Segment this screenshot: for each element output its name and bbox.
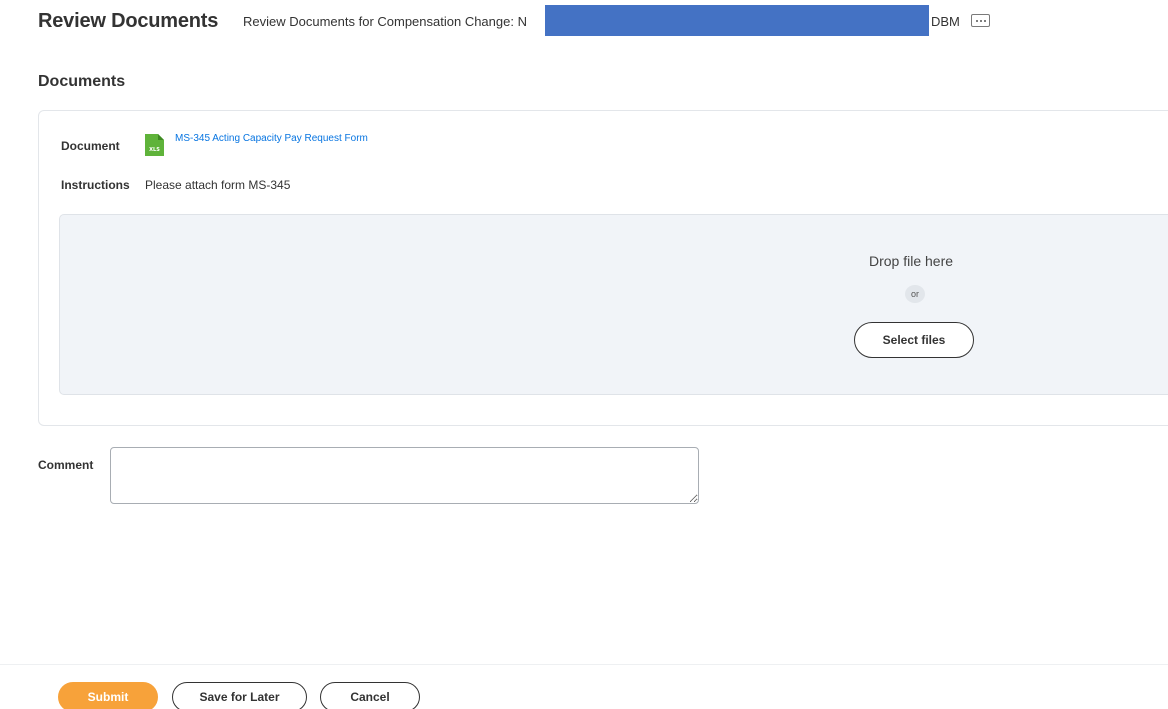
document-link[interactable]: MS-345 Acting Capacity Pay Request Form — [175, 133, 368, 144]
page-subtitle-suffix: DBM — [931, 14, 960, 29]
xls-file-icon: XLS — [145, 134, 164, 156]
page-subtitle: Review Documents for Compensation Change… — [243, 14, 527, 29]
submit-button[interactable]: Submit — [58, 682, 158, 709]
instructions-label: Instructions — [61, 178, 130, 192]
select-files-button[interactable]: Select files — [854, 322, 974, 358]
file-dropzone[interactable] — [59, 214, 1168, 395]
related-actions-button[interactable] — [971, 14, 990, 27]
page-header: Review Documents Review Documents for Co… — [0, 0, 1168, 44]
comment-label: Comment — [38, 458, 94, 472]
comment-textarea[interactable] — [110, 447, 699, 504]
cancel-button[interactable]: Cancel — [320, 682, 420, 709]
redaction-block — [545, 5, 929, 36]
document-label: Document — [61, 139, 120, 153]
section-title-documents: Documents — [38, 73, 126, 90]
drop-file-text: Drop file here — [869, 253, 954, 269]
page-title: Review Documents — [38, 10, 219, 32]
svg-text:XLS: XLS — [149, 147, 160, 153]
instructions-value: Please attach form MS-345 — [145, 178, 291, 192]
ellipsis-icon — [975, 19, 978, 22]
or-badge: or — [905, 285, 925, 303]
save-for-later-button[interactable]: Save for Later — [172, 682, 307, 709]
